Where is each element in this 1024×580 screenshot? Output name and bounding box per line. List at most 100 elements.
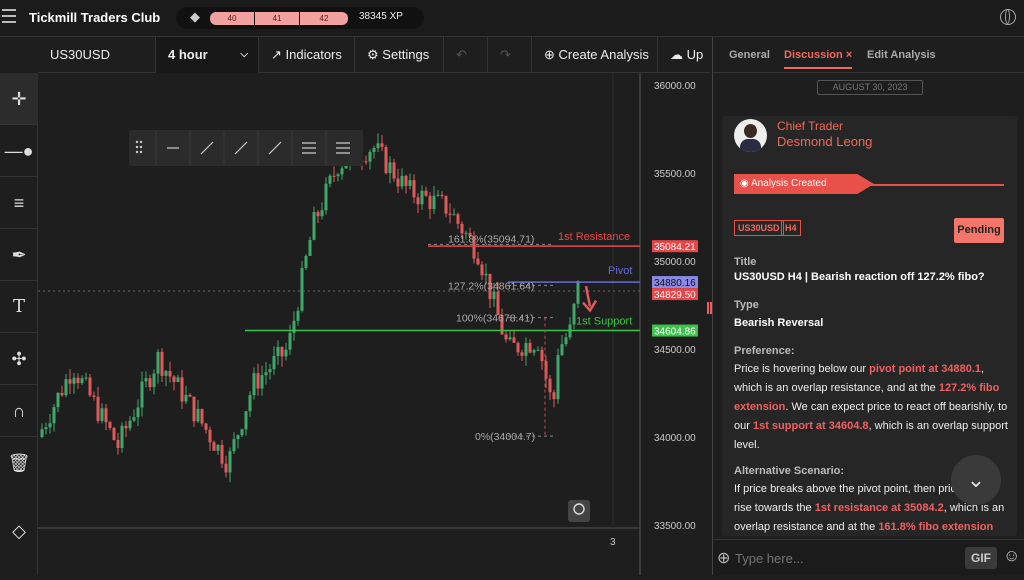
candle-body bbox=[516, 342, 520, 353]
undo-button[interactable]: ↶ bbox=[444, 37, 488, 73]
trendline-icon[interactable]: —● bbox=[0, 125, 38, 177]
emoji-icon[interactable]: ☺ bbox=[1003, 546, 1020, 566]
candle-body bbox=[56, 392, 60, 408]
magnet-icon[interactable]: ∩ bbox=[0, 385, 38, 437]
drag-handle-icon bbox=[139, 140, 143, 144]
candle-body bbox=[444, 195, 448, 214]
idea-button bbox=[568, 500, 590, 522]
candle-body bbox=[200, 409, 204, 424]
drag-handle-icon bbox=[135, 140, 139, 144]
candle-body bbox=[140, 381, 144, 408]
layers-icon[interactable]: ◇ bbox=[0, 505, 38, 557]
candle-body bbox=[564, 337, 568, 345]
tab-edit-analysis[interactable]: Edit Analysis bbox=[867, 49, 936, 61]
upload-label: Up bbox=[686, 47, 704, 62]
drag-handle-icon bbox=[139, 150, 143, 154]
candle-body bbox=[416, 197, 420, 205]
candle-body bbox=[476, 258, 480, 265]
candle-body bbox=[184, 394, 188, 402]
candle-body bbox=[52, 407, 56, 424]
y-tick-label: 36000.00 bbox=[654, 81, 696, 92]
candle-body bbox=[268, 369, 272, 373]
pattern-icon[interactable]: ✣ bbox=[0, 333, 38, 385]
candle-body bbox=[164, 370, 168, 376]
candle-body bbox=[188, 394, 192, 397]
tab-discussion-label: Discussion bbox=[784, 49, 843, 61]
chevron-down-icon: ⌵ bbox=[240, 49, 248, 60]
globe-icon[interactable] bbox=[1000, 9, 1016, 25]
chart-canvas[interactable]: 36000.00 35500.00 35000.00 34500.00 34000.00… bbox=[30, 73, 710, 575]
current-price-tag: 34829.50 bbox=[654, 290, 696, 301]
xp-bar: ◆ 40 41 42 38345 XP bbox=[176, 7, 424, 29]
fib-label: 127.2%(34861.64) bbox=[448, 280, 534, 292]
pivot-price-tag: 34880.16 bbox=[654, 278, 696, 289]
candle-body bbox=[172, 376, 176, 383]
fibonacci-icon[interactable]: ≡ bbox=[0, 177, 38, 229]
candle-body bbox=[328, 175, 332, 184]
pending-button[interactable]: Pending bbox=[954, 218, 1004, 243]
candle-body bbox=[128, 420, 132, 429]
drag-handle-icon bbox=[135, 150, 139, 154]
candle-body bbox=[396, 178, 400, 187]
y-tick-label: 35500.00 bbox=[654, 169, 696, 180]
indicators-button[interactable]: ↗ Indicators bbox=[259, 37, 355, 73]
symbol-selector[interactable]: US30USD bbox=[38, 37, 156, 73]
drag-handle-icon bbox=[135, 145, 139, 149]
candle-body bbox=[68, 379, 72, 384]
crosshair-icon[interactable]: ✛ bbox=[0, 73, 38, 125]
upload-button[interactable]: ☁ Up bbox=[658, 37, 710, 73]
tab-discussion[interactable]: Discussion × bbox=[784, 49, 853, 69]
candle-body bbox=[368, 151, 372, 162]
candle-body bbox=[460, 223, 464, 234]
message-input[interactable] bbox=[735, 547, 955, 569]
floating-toolbar bbox=[129, 130, 363, 166]
create-label: Create Analysis bbox=[558, 47, 649, 62]
author-name: Desmond Leong bbox=[777, 134, 873, 149]
scroll-down-button[interactable]: ⌄ bbox=[951, 455, 1001, 505]
drawing-toolbar: ✛ —● ≡ ✒ T ✣ ∩ 🗑 ◇ bbox=[0, 73, 38, 575]
resize-handle[interactable] bbox=[707, 302, 712, 314]
redo-button[interactable]: ↷ bbox=[488, 37, 532, 73]
candle-body bbox=[492, 291, 496, 300]
candle-body bbox=[388, 162, 392, 174]
y-tick-label: 34500.00 bbox=[654, 345, 696, 356]
candle-body bbox=[544, 361, 548, 379]
level-segment: 41 bbox=[255, 12, 299, 25]
plus-circle-icon[interactable]: ⊕ bbox=[717, 548, 730, 568]
candle-body bbox=[540, 349, 544, 362]
timeframe-select[interactable]: 4 hour ⌵ bbox=[156, 37, 259, 73]
y-tick-label: 33500.00 bbox=[654, 521, 696, 532]
candle-body bbox=[392, 162, 396, 179]
candle-body bbox=[484, 273, 488, 276]
text-tool-icon[interactable]: T bbox=[0, 281, 38, 333]
candle-body bbox=[104, 408, 108, 423]
candle-body bbox=[532, 350, 536, 353]
candle-body bbox=[404, 175, 408, 186]
candle-body bbox=[436, 194, 440, 196]
candle-body bbox=[432, 195, 436, 210]
tab-general[interactable]: General bbox=[729, 49, 770, 61]
settings-button[interactable]: ⚙ Settings bbox=[355, 37, 444, 73]
candle-body bbox=[412, 180, 416, 198]
candle-body bbox=[264, 372, 268, 376]
trash-icon[interactable]: 🗑 bbox=[0, 437, 38, 489]
menu-icon[interactable] bbox=[2, 9, 16, 23]
tag: US30USD bbox=[734, 220, 784, 236]
preference-text: Price is hovering below our pivot point … bbox=[734, 363, 1008, 451]
badge-label: Analysis Created bbox=[750, 178, 827, 189]
candle-body bbox=[180, 377, 184, 402]
gif-button[interactable]: GIF bbox=[965, 547, 997, 569]
candle-body bbox=[560, 344, 564, 356]
brand-title: Tickmill Traders Club bbox=[29, 10, 161, 25]
price-chart[interactable]: 36000.00 35500.00 35000.00 34500.00 34000.00… bbox=[30, 73, 710, 575]
candle-body bbox=[520, 352, 524, 356]
candle-body bbox=[220, 444, 224, 464]
candle-body bbox=[456, 214, 460, 224]
close-icon[interactable]: × bbox=[846, 49, 852, 61]
candle-body bbox=[88, 377, 92, 396]
create-analysis-button[interactable]: ⊕ Create Analysis bbox=[532, 37, 658, 73]
candle-body bbox=[160, 351, 164, 376]
brush-icon[interactable]: ✒ bbox=[0, 229, 38, 281]
candle-body bbox=[512, 337, 516, 343]
resistance-label: 1st Resistance bbox=[558, 231, 630, 243]
